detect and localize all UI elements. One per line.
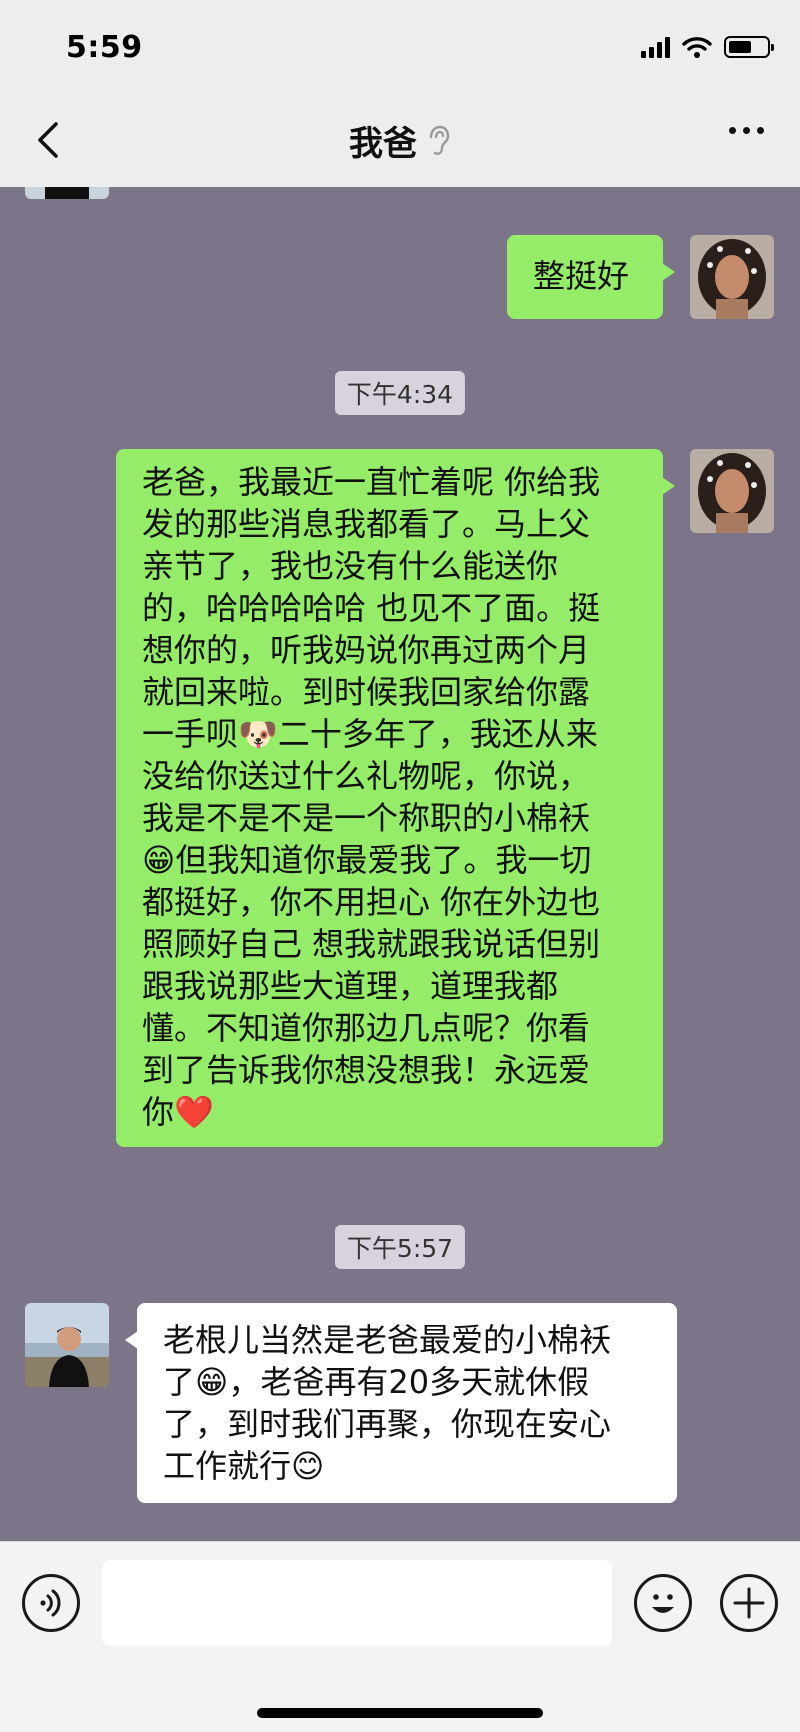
status-time: 5:59 xyxy=(66,30,143,65)
plus-icon xyxy=(733,1587,765,1619)
message-text: 整挺好 xyxy=(533,257,630,295)
message-line: 发的那些消息我都看了。马上父 xyxy=(142,505,591,543)
input-bar xyxy=(0,1541,800,1732)
chat-title-area: 我爸 xyxy=(0,116,800,165)
status-icons xyxy=(641,36,774,58)
message-bubble[interactable]: 老根儿当然是老爸最爱的小棉袄 了😁，老爸再有20多天就休假 了，到时我们再聚，你… xyxy=(125,1303,677,1503)
timestamp: 下午5:57 xyxy=(334,1225,466,1269)
message-line: 跟我说那些大道理，道理我都 xyxy=(142,967,559,1005)
message-line: 了，到时我们再聚，你现在安心 xyxy=(163,1405,612,1443)
message-line: 想你的，听我妈说你再过两个月 xyxy=(142,631,591,669)
message-input[interactable] xyxy=(102,1560,612,1646)
message-line: 到了告诉我你想没想我！永远爱 xyxy=(142,1051,591,1089)
voice-icon xyxy=(40,1589,61,1617)
home-indicator xyxy=(257,1708,543,1718)
battery-icon xyxy=(724,36,774,58)
emoji-button[interactable] xyxy=(634,1574,692,1632)
cellular-signal-icon xyxy=(641,36,670,58)
message-bubble[interactable]: 老爸，我最近一直忙着呢 你给我 发的那些消息我都看了。马上父 亲节了，我也没有什… xyxy=(116,449,675,1147)
timestamp: 下午4:34 xyxy=(334,371,466,415)
earpiece-mode-icon xyxy=(429,125,450,155)
dad-avatar[interactable] xyxy=(25,187,109,199)
message-line: 一手呗🐶二十多年了，我还从来 xyxy=(142,715,598,753)
message-line: 照顾好自己 想我就跟我说话但别 xyxy=(142,925,601,963)
smiley-icon xyxy=(652,1594,674,1613)
my-avatar[interactable] xyxy=(690,449,774,533)
more-actions-button[interactable] xyxy=(720,1574,778,1632)
message-line: 😁但我知道你最爱我了。我一切 xyxy=(142,841,592,879)
message-line: 就回来啦。到时候我回家给你露 xyxy=(142,673,591,711)
my-avatar[interactable] xyxy=(690,235,774,319)
top-bar: 5:59 我爸 xyxy=(0,0,800,187)
message-line: 的，哈哈哈哈哈 也见不了面。挺 xyxy=(142,589,601,627)
message-line: 我是不是不是一个称职的小棉袄 xyxy=(142,799,591,837)
message-line: 老根儿当然是老爸最爱的小棉袄 xyxy=(163,1321,612,1359)
chat-title: 我爸 xyxy=(349,124,417,164)
message-line: 你❤️ xyxy=(142,1093,214,1131)
message-line: 没给你送过什么礼物呢，你说， xyxy=(142,757,591,795)
chat-area[interactable]: 整挺好 下午4:34 老爸，我最近一直忙着呢 你给我 发的那些消息我都看了。马上… xyxy=(0,187,800,1541)
message-line: 工作就行😊 xyxy=(163,1447,325,1485)
message-bubble[interactable]: 整挺好 xyxy=(507,235,675,319)
wifi-icon xyxy=(682,37,712,58)
message-line: 都挺好，你不用担心 你在外边也 xyxy=(142,883,601,921)
message-line: 懂。不知道你那边几点呢？你看 xyxy=(142,1009,591,1047)
message-line: 了😁，老爸再有20多天就休假 xyxy=(163,1363,590,1401)
voice-input-button[interactable] xyxy=(22,1574,80,1632)
message-line: 亲节了，我也没有什么能送你 xyxy=(142,547,559,585)
message-line: 老爸，我最近一直忙着呢 你给我 xyxy=(142,463,601,501)
more-options-icon[interactable] xyxy=(729,127,764,134)
dad-avatar[interactable] xyxy=(25,1303,109,1387)
